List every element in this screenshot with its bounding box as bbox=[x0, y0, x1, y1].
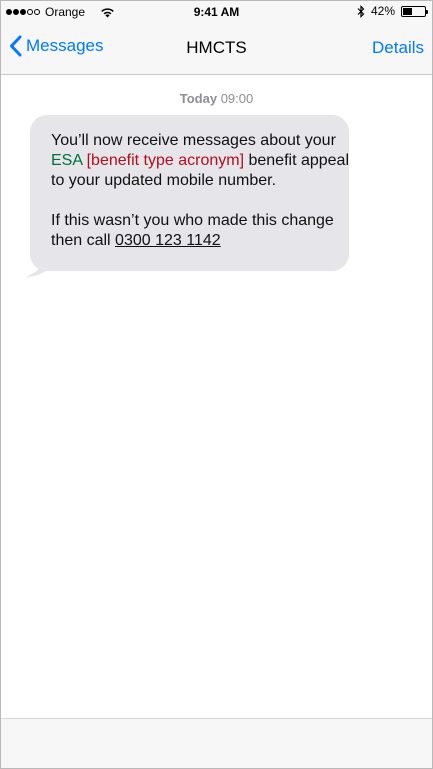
message-paragraph: If this wasn’t you who made this change … bbox=[51, 211, 349, 251]
timestamp-day: Today bbox=[179, 91, 218, 106]
battery-percent: 42% bbox=[370, 4, 395, 18]
phone-number-link[interactable]: 0300 123 1142 bbox=[115, 232, 221, 249]
benefit-acronym: ESA bbox=[51, 152, 83, 169]
timestamp-time: 09:00 bbox=[220, 91, 254, 106]
message-timestamp: Today 09:00 bbox=[1, 91, 432, 106]
message-bubble: You’ll now receive messages about your E… bbox=[30, 115, 349, 271]
battery-icon bbox=[401, 5, 428, 17]
navigation-bar: Messages HMCTS Details bbox=[1, 23, 432, 75]
battery-level bbox=[403, 7, 412, 15]
status-bar: Orange 9:41 AM 42% bbox=[1, 1, 432, 23]
details-button[interactable]: Details bbox=[372, 38, 424, 58]
conversation-title: HMCTS bbox=[186, 38, 247, 57]
message-input-bar bbox=[1, 718, 432, 768]
message-text: You’ll now receive messages about your bbox=[51, 132, 336, 149]
benefit-type-placeholder: [benefit type acronym] bbox=[86, 152, 245, 169]
phone-screen: Orange 9:41 AM 42% Messages HMCTS Detail… bbox=[0, 0, 433, 769]
status-right: 42% bbox=[357, 4, 428, 18]
bluetooth-icon bbox=[357, 4, 365, 18]
message-bubble-wrapper: You’ll now receive messages about your E… bbox=[23, 115, 349, 277]
message-paragraph: You’ll now receive messages about your E… bbox=[51, 131, 349, 191]
